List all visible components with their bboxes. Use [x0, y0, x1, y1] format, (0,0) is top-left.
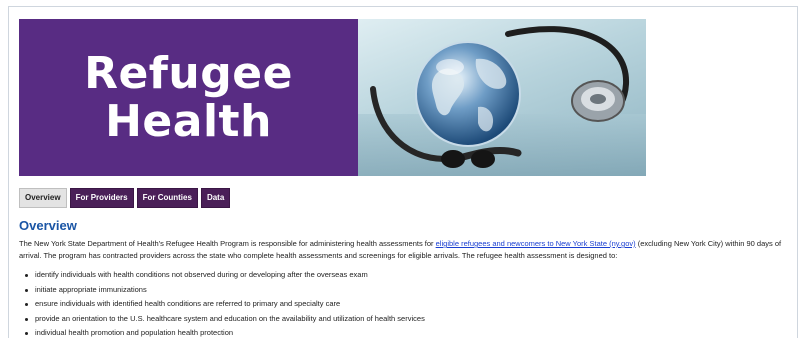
- assessment-goals-list: identify individuals with health conditi…: [19, 268, 789, 341]
- overview-heading: Overview: [19, 218, 77, 233]
- intro-text-before-link: The New York State Department of Health'…: [19, 239, 436, 248]
- banner-title: Refugee Health: [19, 19, 358, 176]
- list-item: identify individuals with health conditi…: [19, 268, 789, 283]
- list-item: individual health promotion and populati…: [19, 326, 789, 341]
- banner-title-line1: Refugee: [84, 47, 293, 99]
- tab-overview[interactable]: Overview: [19, 188, 67, 208]
- list-item: provide an orientation to the U.S. healt…: [19, 312, 789, 327]
- hero-banner: Refugee Health: [19, 19, 646, 176]
- banner-title-line2: Health: [105, 95, 272, 147]
- section-tabs: Overview For Providers For Counties Data: [19, 188, 231, 208]
- tab-for-counties[interactable]: For Counties: [136, 188, 198, 208]
- eligible-refugees-link[interactable]: eligible refugees and newcomers to New Y…: [436, 239, 636, 248]
- stethoscope-globe-illustration: [358, 26, 646, 176]
- stethoscope-globe-image: [358, 19, 646, 176]
- list-item: initiate appropriate immunizations: [19, 283, 789, 298]
- overview-intro: The New York State Department of Health'…: [19, 238, 789, 262]
- tab-data[interactable]: Data: [200, 188, 231, 208]
- list-item: ensure individuals with identified healt…: [19, 297, 789, 312]
- tab-for-providers[interactable]: For Providers: [69, 188, 134, 208]
